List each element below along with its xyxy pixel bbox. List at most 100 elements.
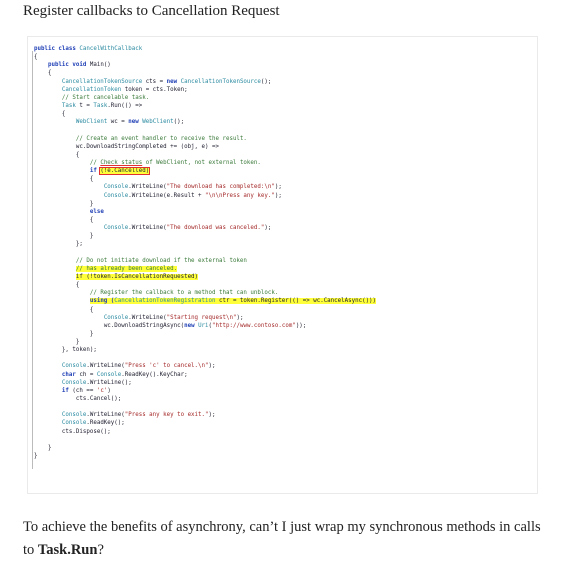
code-line: Task t = Task.Run(() => bbox=[34, 102, 376, 110]
code-token: if bbox=[61, 387, 69, 394]
code-token: // Start cancelable task. bbox=[61, 94, 150, 101]
code-token: CancellationToken bbox=[61, 86, 122, 93]
code-line: CancellationTokenSource cts = new Cancel… bbox=[34, 78, 376, 86]
code-line: } bbox=[34, 330, 376, 338]
code-token: Task bbox=[61, 102, 76, 109]
code-token: { bbox=[89, 176, 94, 183]
code-token: ); bbox=[274, 184, 282, 191]
code-token: Console bbox=[96, 371, 122, 378]
code-token: .WriteLine( bbox=[86, 412, 125, 419]
code-line: cts.Dispose(); bbox=[34, 428, 376, 436]
code-block: public class CancelWithCallback{ public … bbox=[34, 45, 377, 460]
code-line: // has already been canceled. bbox=[34, 265, 376, 273]
code-line: // Start cancelable task. bbox=[34, 94, 376, 102]
code-token: .ReadKey(); bbox=[86, 420, 125, 427]
code-line: wc.DownloadStringCompleted += (obj, e) =… bbox=[34, 143, 376, 151]
code-token: cts = bbox=[142, 78, 167, 85]
code-token: (ch == bbox=[68, 387, 97, 394]
code-token: wc = bbox=[107, 119, 129, 126]
code-token: Console bbox=[103, 314, 129, 321]
code-token: Task bbox=[93, 102, 108, 109]
code-token: // Do not initiate download if the exter… bbox=[75, 257, 247, 264]
code-screenshot: public class CancelWithCallback{ public … bbox=[27, 36, 538, 494]
code-line: { bbox=[34, 151, 376, 159]
code-token: ch = bbox=[75, 371, 97, 378]
code-token: cts.Cancel(); bbox=[75, 396, 122, 403]
code-line: if (ch == 'c') bbox=[34, 387, 376, 395]
code-line: public void Main() bbox=[34, 61, 376, 69]
code-token: 'c' bbox=[96, 387, 108, 394]
code-token: }, token); bbox=[61, 347, 97, 354]
code-token: new bbox=[166, 78, 181, 85]
code-line: char ch = Console.ReadKey().KeyChar; bbox=[34, 371, 376, 379]
code-line: { bbox=[34, 110, 376, 118]
code-token: public void bbox=[47, 62, 90, 69]
code-token: } bbox=[34, 453, 38, 460]
section-heading: Register callbacks to Cancellation Reque… bbox=[23, 3, 280, 19]
code-token: Console bbox=[61, 420, 87, 427]
code-token: new bbox=[184, 322, 199, 329]
code-token: { bbox=[75, 151, 80, 158]
code-line: } bbox=[34, 444, 376, 452]
code-token: new bbox=[128, 119, 143, 126]
code-token: { bbox=[47, 70, 52, 77]
code-token: } bbox=[89, 330, 94, 337]
code-token: (!e.Cancelled) bbox=[99, 167, 151, 176]
code-token: .WriteLine( bbox=[128, 225, 167, 232]
code-token: // Create an event handler to receive th… bbox=[75, 135, 247, 142]
code-line: wc.DownloadStringAsync(new Uri("http://w… bbox=[34, 322, 376, 330]
code-line: // Do not initiate download if the exter… bbox=[34, 257, 376, 265]
code-token: "\n\nPress any key." bbox=[205, 192, 275, 199]
class-scope-guide bbox=[32, 51, 33, 469]
code-token: // has already been canceled. bbox=[75, 265, 178, 272]
code-token: { bbox=[89, 216, 94, 223]
code-token: else bbox=[89, 208, 104, 215]
code-token: Console bbox=[103, 184, 129, 191]
code-line: } bbox=[34, 200, 376, 208]
code-token: if bbox=[89, 168, 101, 175]
code-line: } bbox=[34, 452, 376, 460]
code-token: .ReadKey().KeyChar; bbox=[121, 371, 188, 378]
code-token: Main() bbox=[89, 62, 111, 69]
code-token: "Press 'c' to cancel.\n" bbox=[124, 363, 209, 370]
code-token: .Run(() => bbox=[107, 102, 143, 109]
code-token: // Register the callback to a method tha… bbox=[89, 290, 279, 297]
code-token: ctr = token.Register(() => wc.CancelAsyn… bbox=[215, 298, 377, 305]
code-line: else bbox=[34, 208, 376, 216]
code-token: } bbox=[75, 339, 80, 346]
code-token: "Press any key to exit." bbox=[124, 412, 209, 419]
code-token: }; bbox=[75, 241, 83, 248]
code-token: Console bbox=[103, 192, 129, 199]
code-token: "Starting request\n" bbox=[166, 314, 237, 321]
code-line: { bbox=[34, 281, 376, 289]
code-token: wc.DownloadStringAsync( bbox=[103, 322, 185, 329]
code-token: of WebClient, not external token. bbox=[142, 159, 261, 166]
code-token: } bbox=[47, 444, 52, 451]
code-line: Console.WriteLine("The download was canc… bbox=[34, 224, 376, 232]
code-line: // Register the callback to a method tha… bbox=[34, 289, 376, 297]
code-token: Console bbox=[61, 363, 87, 370]
code-token: )); bbox=[295, 322, 307, 329]
code-token: ); bbox=[264, 225, 272, 232]
code-line: Console.WriteLine(); bbox=[34, 379, 376, 387]
code-line: Console.WriteLine("Starting request\n"); bbox=[34, 314, 376, 322]
code-token: wc.DownloadStringCompleted += (obj, e) =… bbox=[75, 143, 219, 150]
code-token: Uri bbox=[198, 322, 209, 329]
code-token: "The download was canceled." bbox=[166, 225, 265, 232]
code-token: ); bbox=[208, 363, 216, 370]
code-token: public class bbox=[34, 46, 80, 52]
code-line: // Create an event handler to receive th… bbox=[34, 135, 376, 143]
code-line: { bbox=[34, 69, 376, 77]
code-token: ); bbox=[274, 192, 282, 199]
code-token: char bbox=[61, 371, 76, 378]
code-token: .WriteLine(e.Result + bbox=[128, 192, 206, 199]
code-line: if (!e.Cancelled) bbox=[34, 167, 376, 176]
code-token: Console bbox=[61, 379, 87, 386]
code-line: }; bbox=[34, 240, 376, 248]
code-token: { bbox=[61, 111, 66, 118]
code-token: using ( bbox=[89, 298, 115, 305]
code-token: "The download has completed:\n" bbox=[166, 184, 275, 191]
